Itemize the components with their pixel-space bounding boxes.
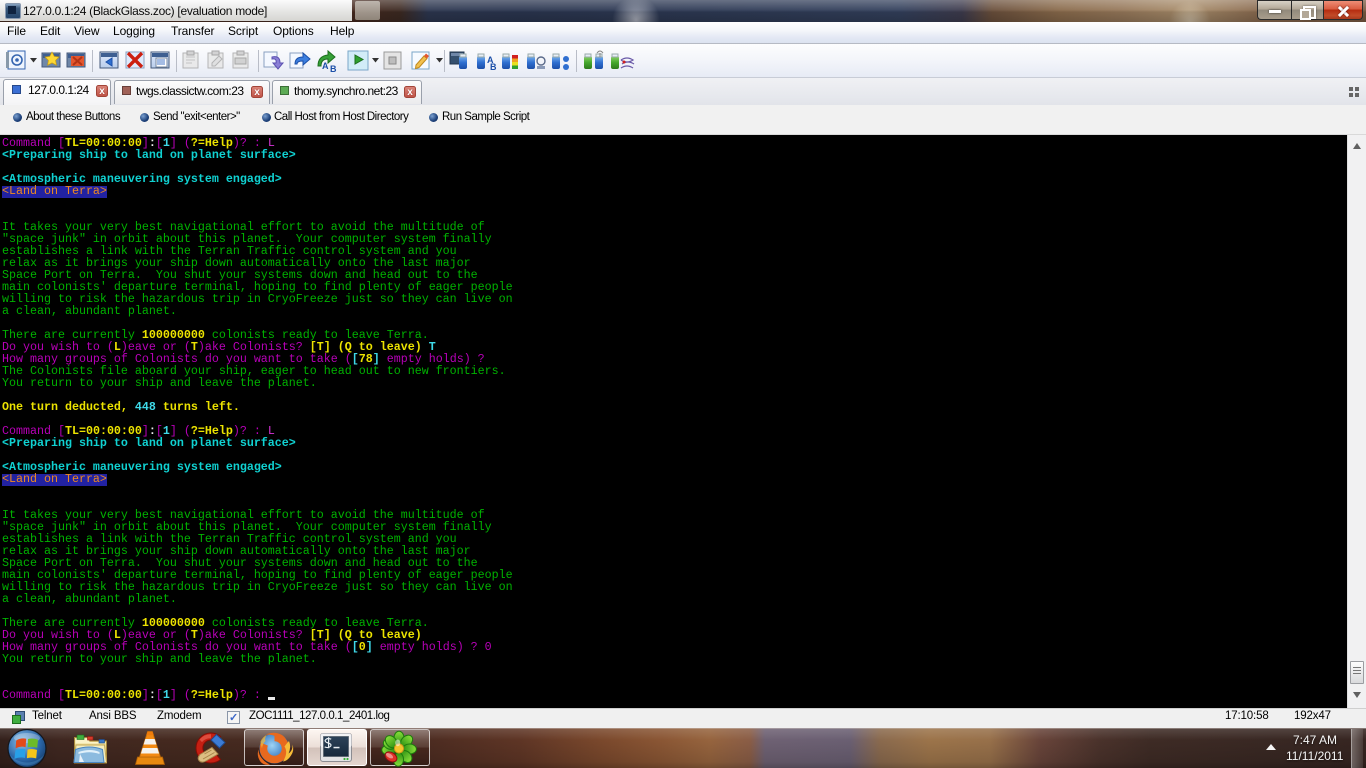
svg-text:B: B [330,64,337,74]
svg-text:B: B [490,62,497,72]
svg-text:A: A [322,61,329,71]
